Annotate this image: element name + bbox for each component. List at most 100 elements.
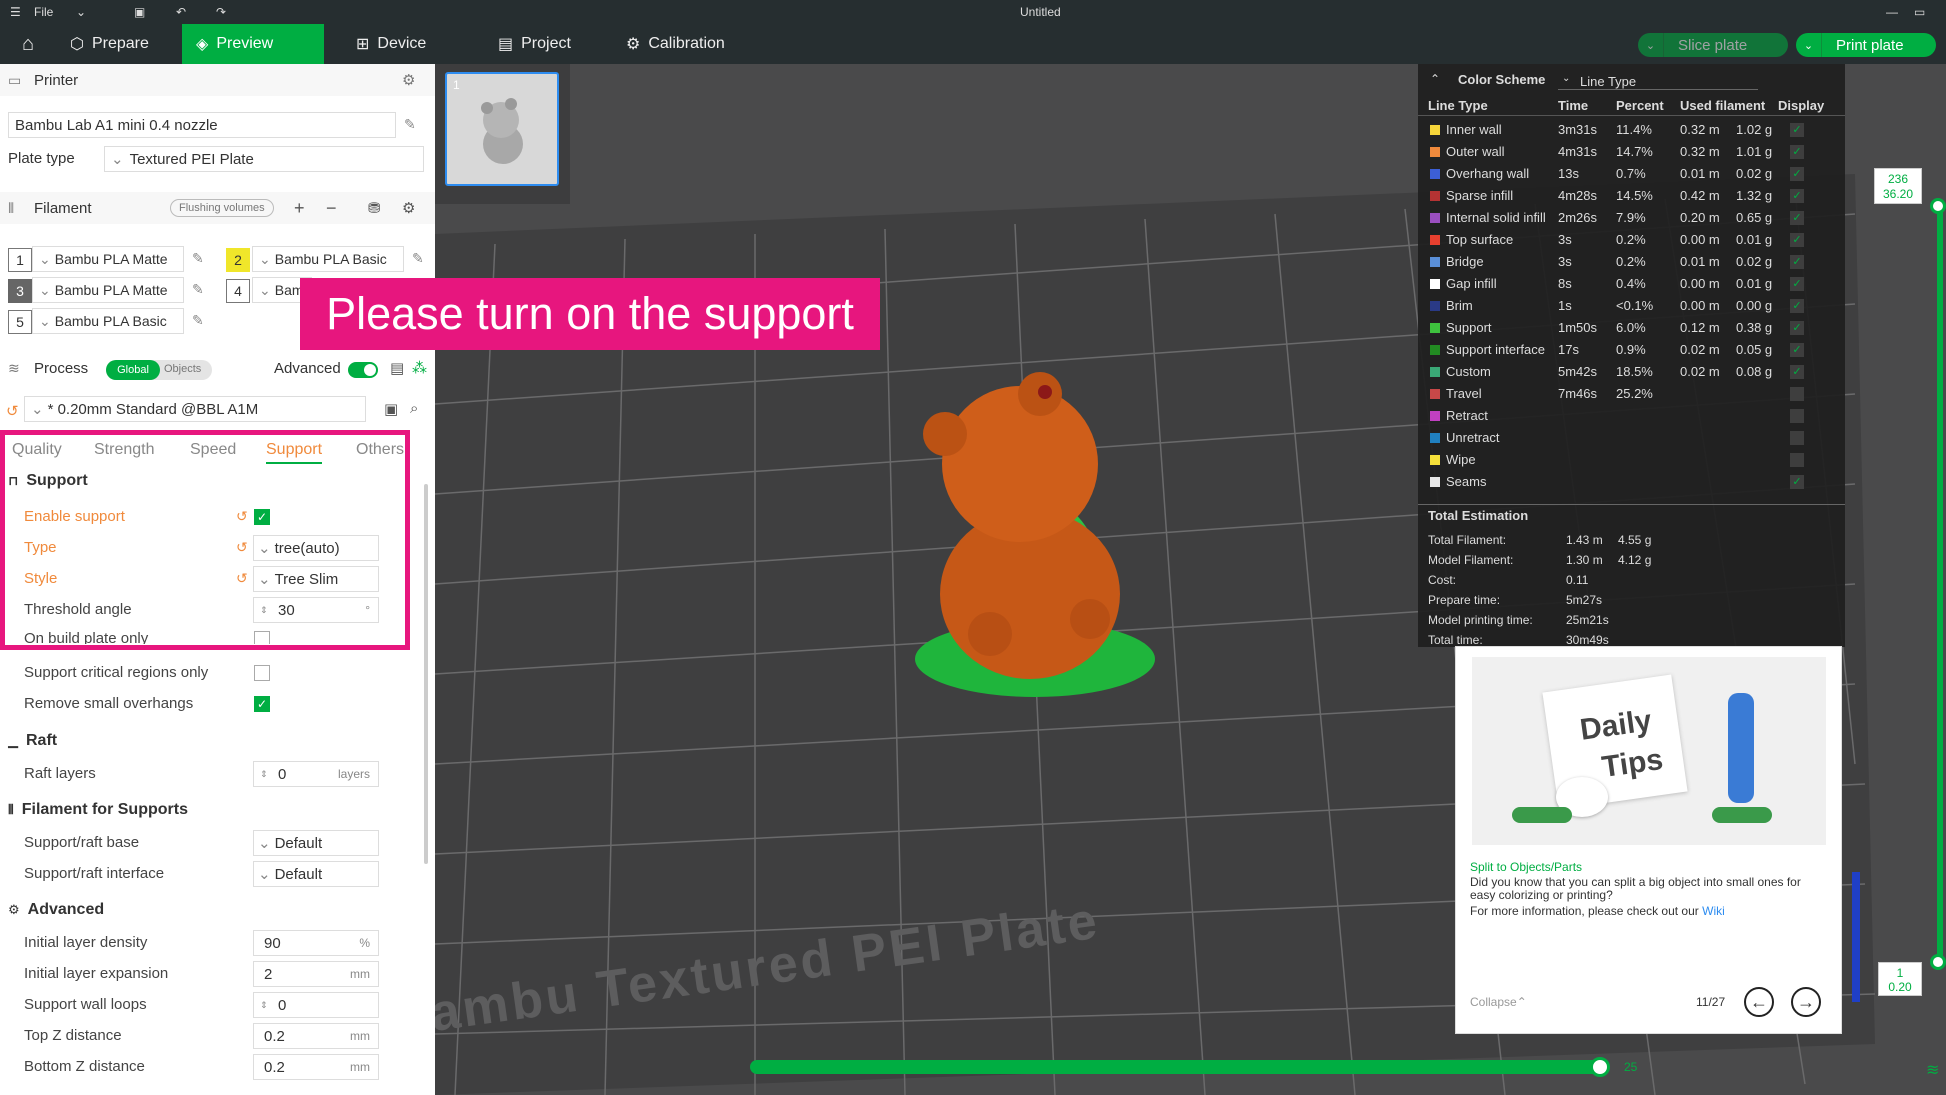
settings-icon[interactable]: ⚙ [402, 71, 415, 89]
stepper-icon[interactable]: ⇕ [260, 769, 268, 780]
moves-slider-handle[interactable] [1590, 1057, 1610, 1077]
display-checkbox[interactable]: ✓ [1790, 321, 1804, 335]
settings-icon[interactable]: ⚙ [402, 199, 415, 217]
chevron-down-icon[interactable]: ⌄ [1796, 33, 1822, 57]
critical-regions-checkbox[interactable] [254, 665, 270, 681]
color-scheme-select[interactable]: ⌄ Line Type [1558, 70, 1758, 90]
chevron-down-icon[interactable]: ⌄ [76, 5, 86, 19]
legend-row: Inner wall 3m31s 11.4% 0.32 m 1.02 g ✓ [1418, 119, 1845, 141]
edit-icon[interactable]: ✎ [192, 281, 210, 299]
list-icon[interactable]: ▤ [390, 359, 404, 377]
home-button[interactable]: ⌂ [8, 24, 48, 64]
chevron-up-icon: ⌃ [1516, 995, 1527, 1009]
collapse-up-icon[interactable]: ⌃ [1430, 72, 1440, 86]
previous-tip-button[interactable]: ← [1744, 987, 1774, 1017]
filament-select[interactable]: ⌄ Bambu PLA Basic [32, 308, 184, 334]
plate-thumbnail[interactable]: 1 [445, 72, 559, 186]
raft-layers-input[interactable]: ⇕ 0 layers [253, 761, 379, 787]
display-checkbox[interactable]: ✓ [1790, 277, 1804, 291]
display-checkbox[interactable]: ✓ [1790, 365, 1804, 379]
stepper-icon[interactable]: ⇕ [260, 1000, 268, 1011]
tip-heading[interactable]: Split to Objects/Parts [1470, 860, 1582, 874]
filament-select[interactable]: ⌄ Bambu PLA Basic [252, 246, 404, 272]
add-filament-icon[interactable]: + [294, 198, 305, 219]
initial-expansion-input[interactable]: 2 mm [253, 961, 379, 987]
collapse-button[interactable]: Collapse⌃ [1470, 995, 1527, 1009]
tab-calibration[interactable]: ⚙ Calibration [612, 24, 739, 64]
display-checkbox[interactable] [1790, 409, 1804, 423]
save-icon[interactable]: ▣ [134, 5, 145, 19]
filament-select[interactable]: ⌄ Bambu PLA Matte [32, 246, 184, 272]
layer-slider-track[interactable] [1937, 204, 1943, 964]
line-type-name: Internal solid infill [1446, 210, 1546, 225]
plate-type-label: Plate type [8, 150, 75, 167]
display-checkbox[interactable]: ✓ [1790, 145, 1804, 159]
objects-option[interactable]: Objects [164, 363, 201, 375]
remove-filament-icon[interactable]: − [326, 198, 337, 219]
display-checkbox[interactable]: ✓ [1790, 233, 1804, 247]
file-menu[interactable]: File [34, 5, 53, 19]
edit-icon[interactable]: ✎ [192, 312, 210, 330]
layer-slider-bottom-handle[interactable] [1930, 954, 1946, 970]
edit-icon[interactable]: ✎ [404, 116, 422, 134]
display-checkbox[interactable] [1790, 387, 1804, 401]
chevron-down-icon: ⌄ [258, 835, 271, 852]
top-z-input[interactable]: 0.2 mm [253, 1023, 379, 1049]
process-profile-select[interactable]: ⌄ * 0.20mm Standard @BBL A1M [24, 396, 366, 422]
remove-small-overhangs-checkbox[interactable]: ✓ [254, 696, 270, 712]
daily-tips-illustration: Daily Tips [1472, 657, 1826, 845]
line-used-grams: 1.32 g [1736, 188, 1773, 203]
display-checkbox[interactable] [1790, 431, 1804, 445]
layers-icon[interactable]: ≋ [1926, 1060, 1939, 1080]
display-checkbox[interactable]: ✓ [1790, 475, 1804, 489]
tab-project[interactable]: ▤ Project [484, 24, 585, 64]
edit-icon[interactable]: ✎ [412, 250, 430, 268]
moves-slider-track[interactable] [750, 1060, 1600, 1074]
wall-loops-input[interactable]: ⇕ 0 [253, 992, 379, 1018]
global-objects-toggle[interactable]: Global Objects [106, 360, 212, 380]
minimize-icon[interactable]: — [1886, 5, 1898, 19]
display-checkbox[interactable]: ✓ [1790, 299, 1804, 313]
model-bear-render [915, 372, 1155, 697]
support-base-select[interactable]: ⌄ Default [253, 830, 379, 856]
menu-icon[interactable]: ☰ [10, 5, 21, 19]
tab-preview[interactable]: ◈ Preview [182, 24, 324, 64]
axis-indicator [1852, 872, 1860, 1002]
save-icon[interactable]: ▣ [384, 400, 398, 418]
edit-icon[interactable]: ✎ [192, 250, 210, 268]
print-plate-button[interactable]: ⌄ Print plate [1796, 33, 1936, 57]
search-icon[interactable]: ⌕ [410, 400, 418, 417]
layer-slider-top-handle[interactable] [1930, 198, 1946, 214]
redo-icon[interactable]: ↷ [216, 5, 226, 19]
sync-icon[interactable]: ⛃ [368, 199, 381, 217]
support-interface-select[interactable]: ⌄ Default [253, 861, 379, 887]
advanced-toggle[interactable] [348, 362, 378, 378]
chevron-down-icon: ⌄ [259, 250, 271, 267]
filament-select[interactable]: ⌄ Bambu PLA Matte [32, 277, 184, 303]
tab-prepare[interactable]: ⬡ Prepare [56, 24, 163, 64]
display-checkbox[interactable] [1790, 453, 1804, 467]
wiki-link[interactable]: Wiki [1702, 904, 1725, 918]
global-option[interactable]: Global [106, 360, 160, 380]
display-checkbox[interactable]: ✓ [1790, 343, 1804, 357]
display-checkbox[interactable]: ✓ [1790, 167, 1804, 181]
plate-type-select[interactable]: ⌄ Textured PEI Plate [104, 146, 424, 172]
undo-icon[interactable]: ↶ [176, 5, 186, 19]
reset-icon[interactable]: ↺ [6, 402, 19, 420]
display-checkbox[interactable]: ✓ [1790, 255, 1804, 269]
chevron-down-icon[interactable]: ⌄ [1638, 33, 1664, 57]
compare-icon[interactable]: ⁂ [412, 359, 427, 377]
tab-device[interactable]: ⊞ Device [342, 24, 440, 64]
bottom-z-input[interactable]: 0.2 mm [253, 1054, 379, 1080]
printer-select[interactable]: Bambu Lab A1 mini 0.4 nozzle [8, 112, 396, 138]
next-tip-button[interactable]: → [1791, 987, 1821, 1017]
initial-density-input[interactable]: 90% [253, 930, 379, 956]
maximize-icon[interactable]: ▭ [1914, 5, 1925, 19]
slice-plate-button[interactable]: ⌄ Slice plate [1638, 33, 1788, 57]
color-swatch [1430, 147, 1440, 157]
flushing-volumes-button[interactable]: Flushing volumes [170, 199, 274, 217]
display-checkbox[interactable]: ✓ [1790, 211, 1804, 225]
sidebar-scrollbar[interactable] [424, 484, 428, 864]
display-checkbox[interactable]: ✓ [1790, 123, 1804, 137]
display-checkbox[interactable]: ✓ [1790, 189, 1804, 203]
